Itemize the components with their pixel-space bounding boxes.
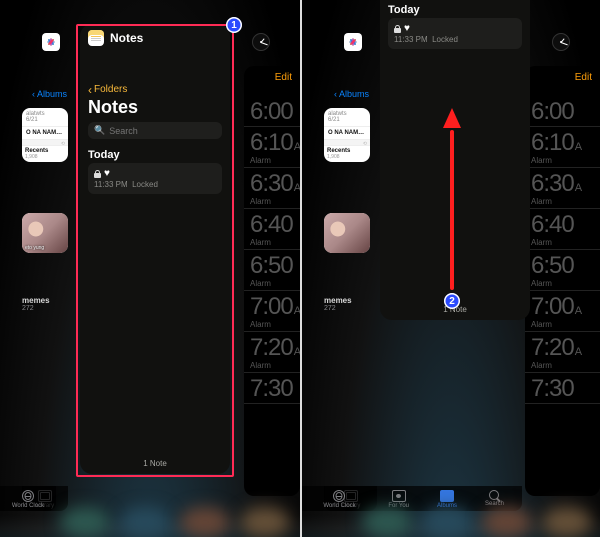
notes-app-icon [88, 30, 104, 46]
note-item[interactable]: ♥ 11:33 PM Locked [388, 18, 522, 49]
clock-app-icon[interactable] [552, 33, 570, 51]
notes-section-today: Today [380, 4, 530, 18]
tab-world-clock[interactable]: World Clock [323, 490, 355, 509]
notes-section-today: Today [80, 145, 230, 163]
for-you-icon [392, 490, 406, 502]
notes-heading: Notes [80, 97, 230, 122]
photos-app-icon[interactable] [42, 33, 60, 51]
dock [302, 515, 600, 537]
notes-search-input[interactable] [109, 126, 216, 136]
world-clock-icon [22, 490, 34, 502]
clock-edit-button[interactable]: Edit [575, 72, 592, 83]
swipe-up-arrow [450, 130, 454, 290]
world-clock-icon [333, 490, 345, 502]
notes-back-button[interactable]: ‹Folders [80, 82, 230, 97]
tab-world-clock[interactable]: World Clock [12, 490, 44, 509]
search-icon: 🔍 [94, 125, 105, 136]
dock [0, 515, 300, 537]
photos-back-albums[interactable]: ‹Albums [334, 89, 369, 99]
notes-card[interactable]: Notes ‹Folders Notes 🔍 Today ♥ 11:33 PM … [80, 24, 230, 474]
panel-step-1: ‹Albums alatwts6/21 O NA NAM… ⟲ Recents1… [0, 0, 300, 537]
photos-card[interactable]: alatwts6/21 O NA NAM… ⟲ Recents1,908 [22, 108, 68, 162]
notes-footer-count: 1 Note [80, 459, 230, 468]
photos-card[interactable]: alatwts6/21 O NA NAM… ⟲ Recents1,908 [324, 108, 370, 162]
note-item[interactable]: ♥ 11:33 PM Locked [88, 163, 222, 194]
search-icon [489, 490, 499, 500]
notes-app-title: Notes [110, 31, 143, 45]
notes-search-field[interactable]: 🔍 [88, 122, 222, 139]
clock-tabbar: World Clock [0, 486, 56, 511]
photos-app-icon[interactable] [344, 33, 362, 51]
clock-tabbar: World Clock [302, 486, 377, 511]
tab-for-you[interactable]: For You [388, 490, 409, 509]
photos-media-card[interactable] [324, 213, 370, 253]
photos-media-card[interactable]: eto yung [22, 213, 68, 253]
clock-app-icon[interactable] [252, 33, 270, 51]
albums-icon [440, 490, 454, 502]
tab-search[interactable]: Search [485, 490, 504, 509]
clock-card[interactable]: Edit 6:00 6:10AAlarm 6:30AAlarm 6:40Alar… [525, 66, 600, 496]
callout-badge-2: 2 [444, 293, 460, 309]
photos-back-albums[interactable]: ‹Albums [32, 89, 67, 99]
album-memes-label: memes 272 [324, 296, 352, 312]
album-memes-label: memes 272 [22, 296, 50, 312]
lock-icon [94, 170, 101, 178]
lock-icon [394, 25, 401, 33]
clock-edit-button[interactable]: Edit [275, 72, 292, 83]
clock-card[interactable]: Edit 6:00 6:10AAlarm 6:30AAlarm 6:40Alar… [244, 66, 300, 496]
notes-card-swiping[interactable]: Today ♥ 11:33 PM Locked 1 Note [380, 0, 530, 320]
panel-step-2: ‹Albums alatwts6/21 O NA NAM… ⟲ Recents1… [300, 0, 600, 537]
callout-badge-1: 1 [226, 17, 242, 33]
